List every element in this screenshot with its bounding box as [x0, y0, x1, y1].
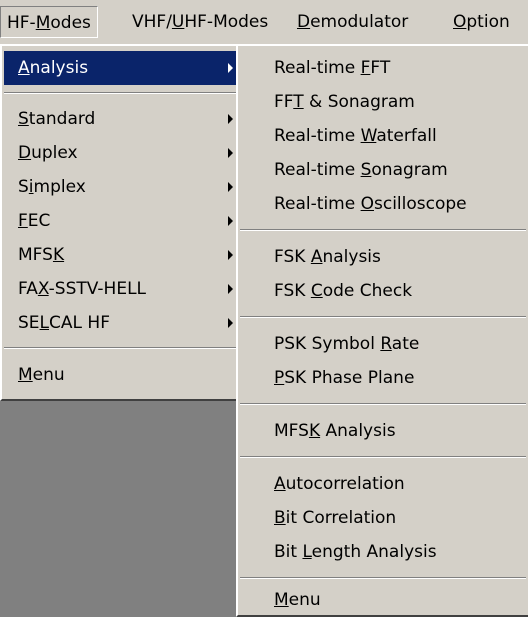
submenu-separator: [240, 577, 526, 579]
analysis-submenu: Real-time FFT FFT & Sonagram Real-time W…: [236, 44, 528, 617]
submenu-arrow-icon: [228, 318, 233, 328]
menu-bar: HF-Modes VHF/UHF-Modes Demodulator Optio…: [0, 0, 528, 44]
menu-item-analysis[interactable]: Analysis: [4, 51, 241, 85]
menu-item-label: SELCAL HF: [18, 313, 110, 333]
submenu-item-label: Menu: [274, 590, 321, 610]
submenu-item-autocorrelation[interactable]: Autocorrelation: [240, 467, 526, 501]
submenu-item-label: FSK Code Check: [274, 281, 413, 301]
menu-item-label: Menu: [18, 365, 65, 385]
submenu-item-label: Autocorrelation: [274, 474, 405, 494]
submenu-separator: [240, 229, 526, 231]
menu-item-standard[interactable]: Standard: [4, 102, 241, 136]
menu-separator: [4, 92, 241, 94]
submenu-item-fft-sonagram[interactable]: FFT & Sonagram: [240, 85, 526, 119]
menubar-label: Demodulator: [297, 12, 409, 32]
menu-item-label: Simplex: [18, 177, 86, 197]
submenu-item-psk-symbol-rate[interactable]: PSK Symbol Rate: [240, 327, 526, 361]
submenu-arrow-icon: [228, 250, 233, 260]
menu-item-simplex[interactable]: Simplex: [4, 170, 241, 204]
submenu-item-fsk-code-check[interactable]: FSK Code Check: [240, 274, 526, 308]
submenu-item-label: Real-time Oscilloscope: [274, 194, 467, 214]
submenu-separator: [240, 403, 526, 405]
menu-separator: [4, 347, 241, 349]
menu-item-duplex[interactable]: Duplex: [4, 136, 241, 170]
menu-item-label: Duplex: [18, 143, 78, 163]
submenu-separator: [240, 316, 526, 318]
submenu-item-menu[interactable]: Menu: [240, 583, 526, 617]
submenu-item-label: Bit Correlation: [274, 508, 397, 528]
menubar-label: VHF/UHF-Modes: [132, 12, 269, 32]
submenu-arrow-icon: [228, 216, 233, 226]
submenu-item-bit-length-analysis[interactable]: Bit Length Analysis: [240, 535, 526, 569]
submenu-item-label: Real-time Waterfall: [274, 126, 437, 146]
submenu-item-realtime-waterfall[interactable]: Real-time Waterfall: [240, 119, 526, 153]
menubar-demodulator[interactable]: Demodulator: [291, 6, 414, 38]
submenu-item-realtime-sonagram[interactable]: Real-time Sonagram: [240, 153, 526, 187]
submenu-item-bit-correlation[interactable]: Bit Correlation: [240, 501, 526, 535]
submenu-item-psk-phase-plane[interactable]: PSK Phase Plane: [240, 361, 526, 395]
submenu-separator: [240, 456, 526, 458]
menu-item-fec[interactable]: FEC: [4, 204, 241, 238]
submenu-item-label: Real-time FFT: [274, 58, 391, 78]
submenu-arrow-icon: [228, 182, 233, 192]
menu-item-menu[interactable]: Menu: [4, 358, 241, 392]
submenu-item-mfsk-analysis[interactable]: MFSK Analysis: [240, 414, 526, 448]
submenu-item-label: PSK Phase Plane: [274, 368, 415, 388]
menu-item-fax-sstv-hell[interactable]: FAX-SSTV-HELL: [4, 272, 241, 306]
menubar-label: HF-Modes: [7, 13, 91, 33]
submenu-item-realtime-oscilloscope[interactable]: Real-time Oscilloscope: [240, 187, 526, 221]
hf-modes-menu: Analysis Standard Duplex Simplex FEC MFS…: [0, 44, 245, 401]
submenu-arrow-icon: [228, 284, 233, 294]
menu-item-label: FAX-SSTV-HELL: [18, 279, 147, 299]
submenu-item-fsk-analysis[interactable]: FSK Analysis: [240, 240, 526, 274]
menubar-vhf-uhf-modes[interactable]: VHF/UHF-Modes: [126, 6, 274, 38]
submenu-arrow-icon: [228, 148, 233, 158]
menubar-option[interactable]: Option: [447, 6, 516, 38]
menu-item-label: Standard: [18, 109, 96, 129]
menu-item-selcal-hf[interactable]: SELCAL HF: [4, 306, 241, 340]
submenu-item-label: MFSK Analysis: [274, 421, 396, 441]
submenu-arrow-icon: [228, 114, 233, 124]
menu-item-label: FEC: [18, 211, 51, 231]
submenu-item-label: Real-time Sonagram: [274, 160, 448, 180]
submenu-item-label: Bit Length Analysis: [274, 542, 437, 562]
submenu-item-label: FFT & Sonagram: [274, 92, 415, 112]
submenu-item-label: PSK Symbol Rate: [274, 334, 420, 354]
submenu-item-realtime-fft[interactable]: Real-time FFT: [240, 51, 526, 85]
submenu-arrow-icon: [228, 63, 233, 73]
menu-item-mfsk[interactable]: MFSK: [4, 238, 241, 272]
menu-item-label: Analysis: [18, 58, 89, 78]
submenu-item-label: FSK Analysis: [274, 247, 381, 267]
menubar-hf-modes[interactable]: HF-Modes: [0, 6, 98, 38]
menu-item-label: MFSK: [18, 245, 65, 265]
menubar-label: Option: [453, 12, 510, 32]
